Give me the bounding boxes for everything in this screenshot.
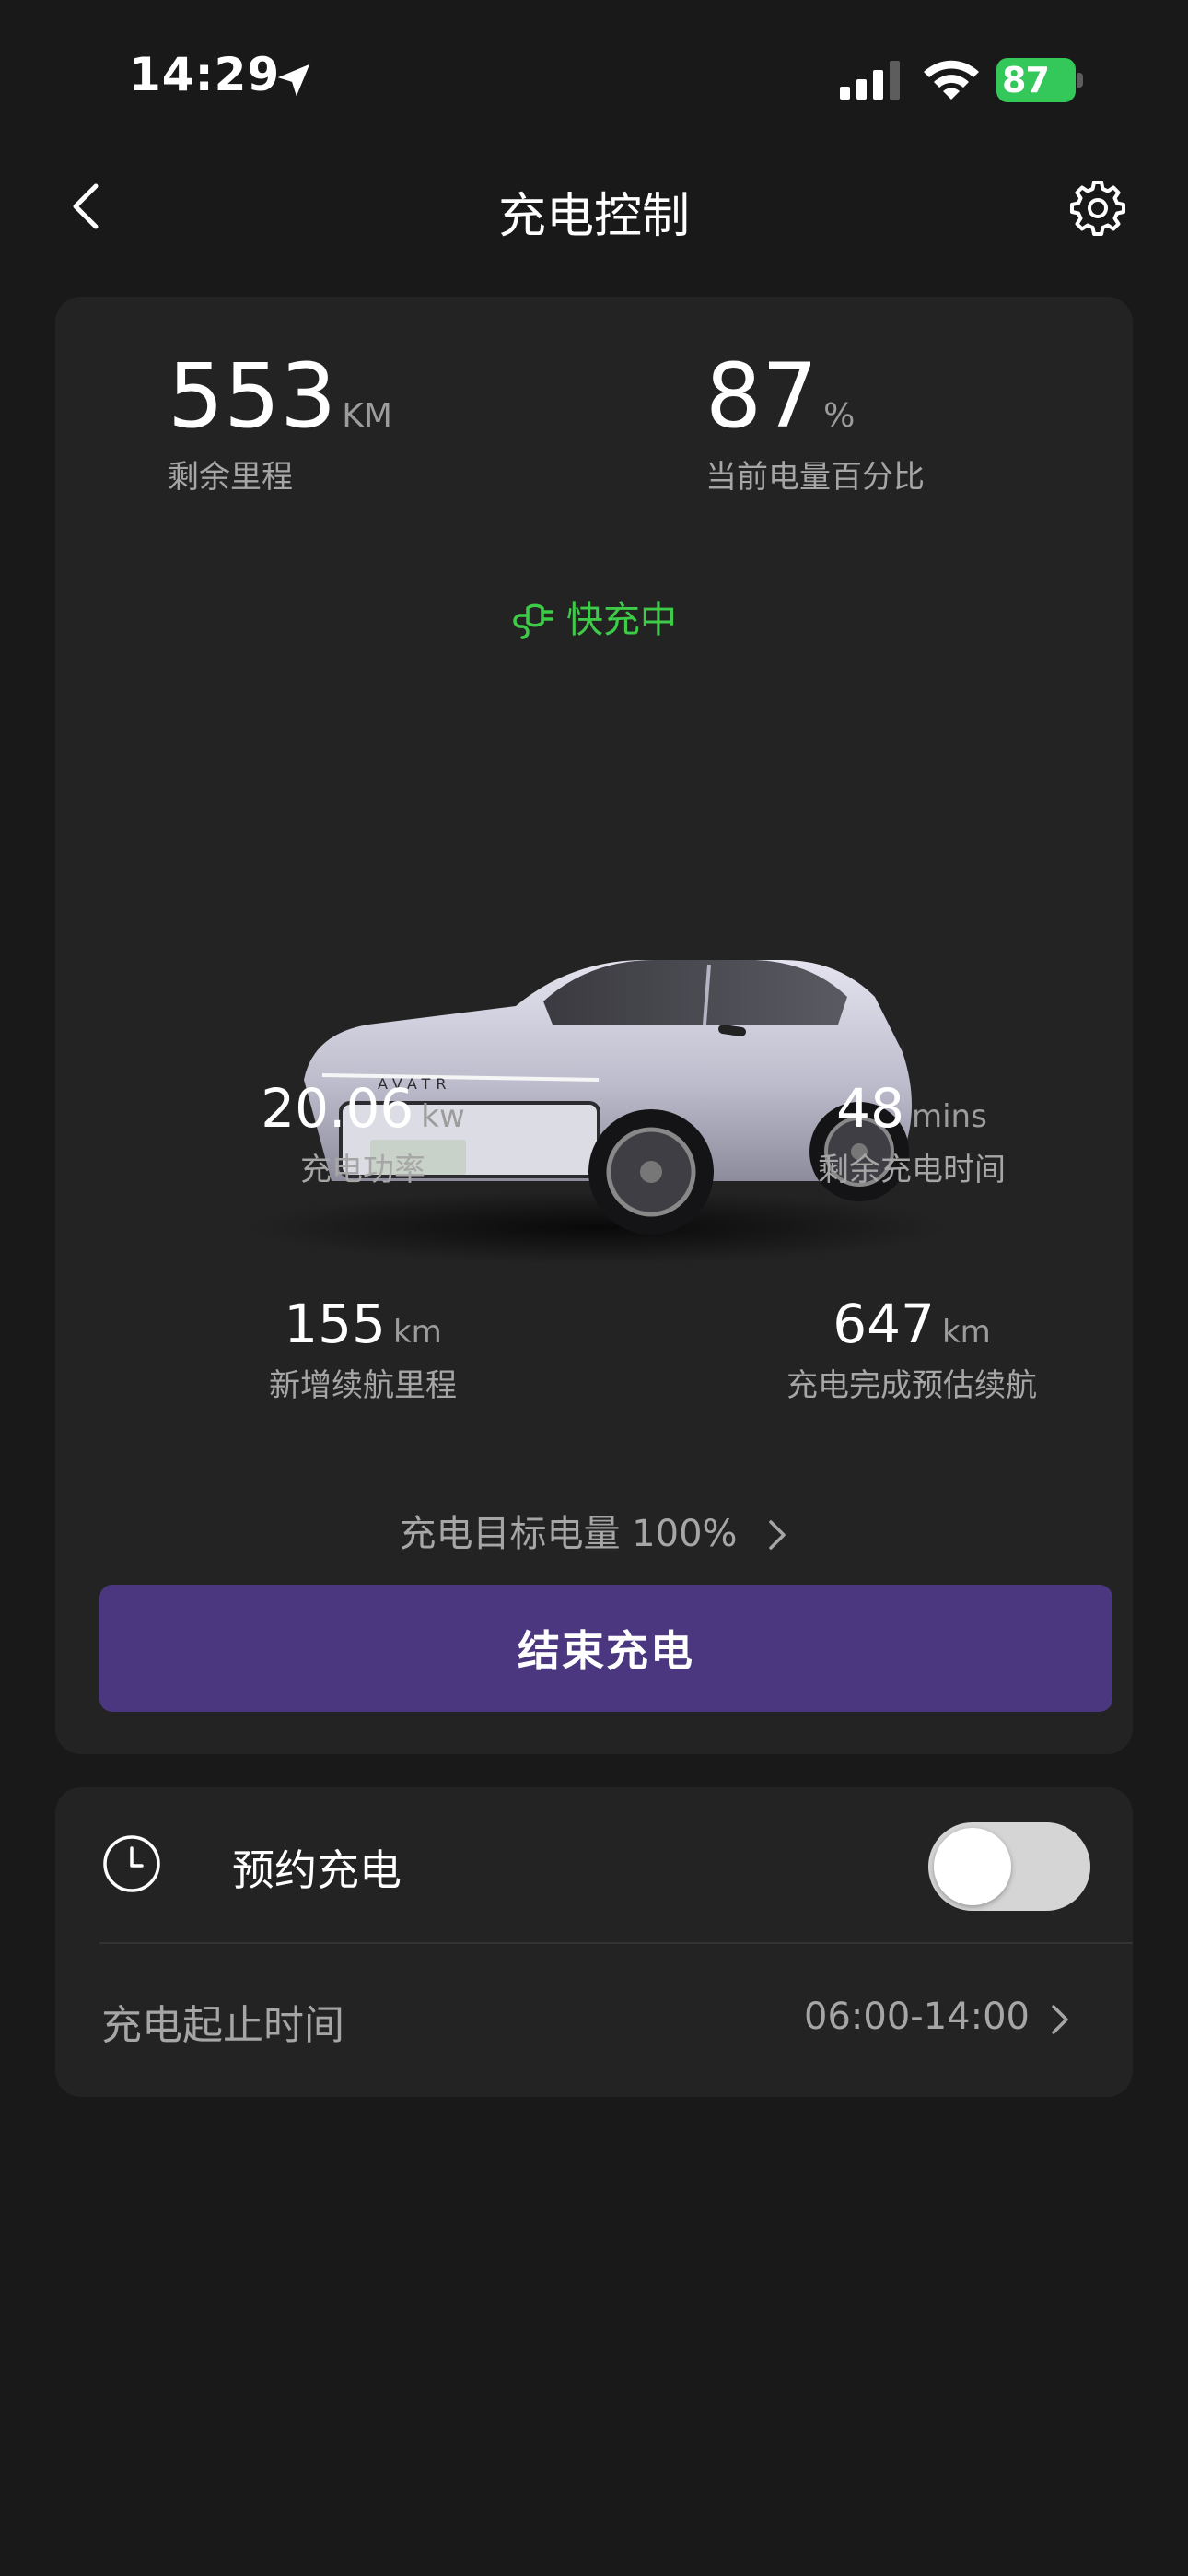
charging-status-label: 快充中 bbox=[566, 599, 677, 641]
status-time: 14:29 bbox=[129, 48, 281, 101]
battery-unit: % bbox=[823, 397, 856, 435]
charging-status: 快充中 bbox=[55, 590, 1133, 643]
estimated-range-unit: km bbox=[941, 1314, 991, 1351]
remaining-time-unit: mins bbox=[911, 1098, 987, 1135]
range-unit: KM bbox=[342, 397, 392, 435]
remaining-time-label: 剩余充电时间 bbox=[818, 1152, 1006, 1188]
estimated-range-label: 充电完成预估续航 bbox=[786, 1367, 1037, 1404]
power-value: 20.06 bbox=[261, 1077, 414, 1140]
nav-bar: 充电控制 bbox=[0, 157, 1188, 258]
divider bbox=[99, 1942, 1133, 1944]
battery-value: 87 bbox=[705, 345, 819, 448]
added-range-label: 新增续航里程 bbox=[269, 1367, 457, 1404]
toggle-knob bbox=[934, 1828, 1011, 1905]
wifi-icon bbox=[924, 60, 979, 100]
range-label: 剩余里程 bbox=[168, 459, 293, 496]
charge-target-label: 充电目标电量 100% bbox=[399, 1513, 738, 1555]
range-value: 553 bbox=[168, 345, 337, 448]
end-charging-button[interactable]: 结束充电 bbox=[99, 1585, 1112, 1712]
remaining-time: 48 mins 剩余充电时间 bbox=[681, 1082, 1142, 1189]
battery-tip bbox=[1077, 73, 1083, 88]
estimated-range-value: 647 bbox=[833, 1293, 935, 1355]
battery-charging-icon: 87 bbox=[996, 58, 1083, 102]
car-image: AVATR bbox=[249, 960, 949, 1264]
power-unit: kw bbox=[421, 1098, 465, 1135]
remaining-time-value: 48 bbox=[836, 1077, 904, 1140]
status-bar: 14:29 87 bbox=[0, 0, 1188, 138]
charging-power: 20.06 kw 充电功率 bbox=[133, 1082, 593, 1189]
charging-card: 553 KM 剩余里程 87% 当前电量百分比 快充中 AVATR 20.06 … bbox=[55, 297, 1133, 1754]
clock-icon bbox=[103, 1835, 160, 1892]
chevron-right-icon bbox=[768, 1520, 786, 1550]
battery-label: 当前电量百分比 bbox=[705, 459, 925, 496]
schedule-card: 预约充电 充电起止时间 06:00-14:00 bbox=[55, 1787, 1133, 2097]
page-title: 充电控制 bbox=[497, 189, 690, 244]
battery-level: 87 bbox=[1002, 60, 1050, 100]
gear-icon[interactable] bbox=[1068, 179, 1127, 238]
charge-target-row[interactable]: 充电目标电量 100% bbox=[55, 1504, 1133, 1557]
schedule-toggle[interactable] bbox=[928, 1822, 1090, 1911]
chevron-right-icon[interactable] bbox=[1046, 2001, 1072, 2038]
estimated-range: 647 km 充电完成预估续航 bbox=[681, 1297, 1142, 1405]
charge-time-label[interactable]: 充电起止时间 bbox=[101, 1992, 344, 2051]
charge-time-value[interactable]: 06:00-14:00 bbox=[804, 1996, 1030, 2038]
plug-icon bbox=[513, 603, 553, 639]
power-label: 充电功率 bbox=[300, 1152, 425, 1188]
remaining-range: 553 KM 剩余里程 bbox=[168, 352, 392, 497]
schedule-label: 预约充电 bbox=[232, 1845, 402, 1895]
signal-icon bbox=[840, 61, 900, 100]
location-arrow-icon bbox=[277, 64, 310, 97]
added-range: 155 km 新增续航里程 bbox=[133, 1297, 593, 1405]
added-range-value: 155 bbox=[284, 1293, 386, 1355]
battery-percentage: 87% 当前电量百分比 bbox=[705, 352, 925, 497]
added-range-unit: km bbox=[392, 1314, 442, 1351]
